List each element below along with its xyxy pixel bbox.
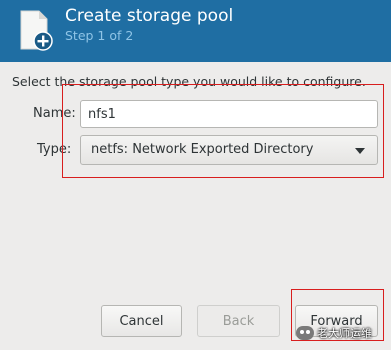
cancel-button[interactable]: Cancel (101, 305, 182, 337)
back-button[interactable]: Back (197, 305, 280, 337)
type-label: Type: (37, 142, 72, 157)
wechat-icon (296, 326, 314, 340)
page-title: Create storage pool (65, 6, 234, 26)
wizard-header: Create storage pool Step 1 of 2 (0, 0, 391, 62)
instruction-text: Select the storage pool type you would l… (12, 74, 366, 89)
new-document-plus-icon (20, 10, 53, 51)
pool-type-value: netfs: Network Exported Directory (91, 142, 314, 157)
watermark-text: 老大师运维 (317, 327, 372, 340)
step-indicator: Step 1 of 2 (65, 28, 134, 43)
watermark: 老大师运维 (296, 323, 372, 343)
name-field[interactable] (80, 100, 378, 128)
chevron-down-icon (355, 148, 365, 154)
pool-type-select[interactable]: netfs: Network Exported Directory (80, 135, 378, 165)
name-label: Name: (33, 106, 76, 121)
